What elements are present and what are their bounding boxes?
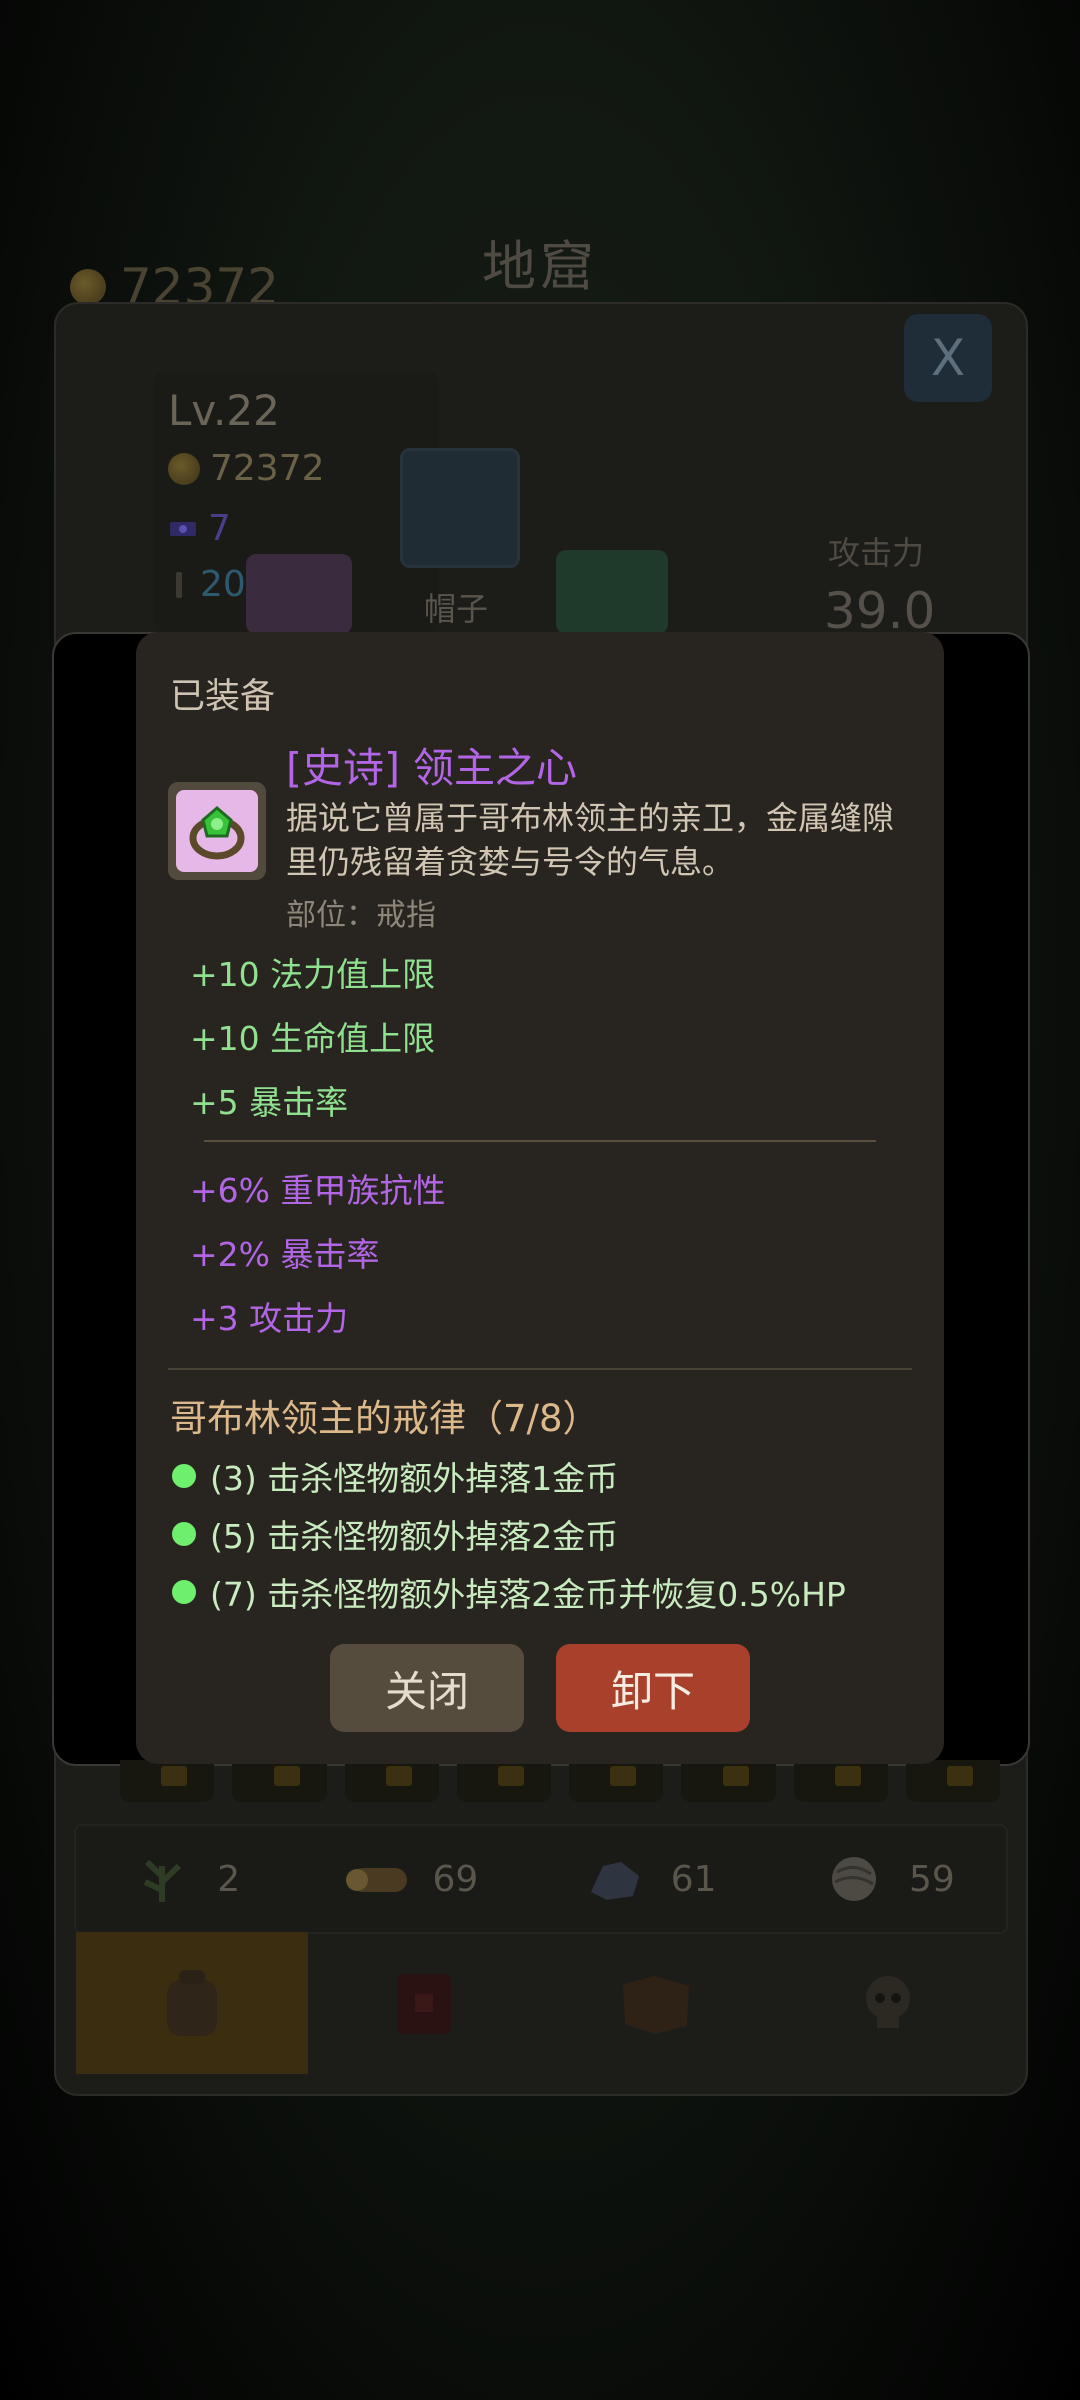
resource-wool: 59 [819,1852,955,1906]
nav-tab-map[interactable] [540,1932,772,2074]
bag-tab[interactable] [344,1760,439,1802]
unequip-button[interactable]: 卸下 [556,1644,750,1732]
equip-slot-amulet[interactable] [556,550,668,634]
backpack-icon [167,1970,217,2036]
bonus-stat: +3 攻击力 [190,1299,349,1338]
set-bonus-text: (5) 击杀怪物额外掉落2金币 [210,1517,619,1556]
bonus-stat: +2% 暴击率 [190,1235,380,1274]
nav-tab-book[interactable] [308,1932,540,2074]
book-icon [397,1974,451,2034]
resource-ore-count: 61 [670,1858,717,1900]
set-bonus-item: (3) 击杀怪物额外掉落1金币 [172,1452,618,1500]
ring-icon [189,806,245,860]
bag-tab[interactable] [569,1760,664,1802]
bottom-nav [76,1932,1004,2074]
wool-icon [831,1857,876,1901]
key-icon [176,571,182,598]
herb-icon [143,1859,182,1902]
skull-icon [866,1976,910,2028]
resource-ore: 61 [581,1852,717,1906]
panel-close-button[interactable]: X [904,314,992,402]
resource-wood: 69 [343,1852,479,1906]
player-gold: 72372 [168,448,325,489]
bag-tab[interactable] [681,1760,776,1802]
set-bonus-text: (7) 击杀怪物额外掉落2金币并恢复0.5%HP [210,1575,846,1614]
coin-icon [168,452,200,485]
bag-tab[interactable] [456,1760,551,1802]
map-icon [623,1976,689,2034]
page-title: 地窟 [482,235,598,298]
player-gold-value: 72372 [210,448,325,489]
bag-tab[interactable] [905,1760,1000,1802]
bag-tab-strip [120,1760,1000,1802]
bonus-stat: +6% 重甲族抗性 [190,1171,446,1210]
nav-tab-backpack[interactable] [76,1932,308,2074]
set-bonus-item: (5) 击杀怪物额外掉落2金币 [172,1510,618,1558]
resource-herb: 2 [127,1852,240,1906]
item-icon-bg [176,790,258,872]
bag-tab[interactable] [793,1760,888,1802]
base-stat: +5 暴击率 [190,1083,349,1122]
bag-tab[interactable] [232,1760,327,1802]
attack-label: 攻击力 [828,534,925,572]
nav-tab-skull[interactable] [772,1932,1004,2074]
resource-wood-count: 69 [432,1858,479,1900]
set-title: 哥布林领主的戒律（7/8） [170,1397,600,1440]
close-button[interactable]: 关闭 [330,1644,524,1732]
set-bonus-text: (3) 击杀怪物额外掉落1金币 [210,1459,619,1498]
active-dot-icon [172,1464,196,1488]
base-stat: +10 法力值上限 [190,955,436,994]
player-level: Lv.22 [168,386,280,435]
resource-bar: 2 69 61 59 [74,1824,1008,1934]
item-slot: 部位：戒指 [286,898,436,933]
player-gems: 7 [168,508,231,549]
bag-tab[interactable] [120,1760,215,1802]
resource-herb-count: 2 [217,1858,241,1900]
player-keys-value: 20 [200,564,246,605]
player-keys: 20 [168,564,246,605]
stats-divider [204,1140,876,1142]
set-divider [168,1368,912,1370]
set-bonus-item: (7) 击杀怪物额外掉落2金币并恢复0.5%HP [172,1568,846,1616]
ore-icon [590,1862,639,1900]
base-stat: +10 生命值上限 [190,1019,436,1058]
active-dot-icon [172,1522,196,1546]
item-description: 据说它曾属于哥布林领主的亲卫，金属缝隙里仍残留着贪婪与号令的气息。 [286,799,895,881]
equipped-status: 已装备 [170,677,276,717]
equip-slot-hat[interactable] [400,448,520,568]
item-name: [史诗] 领主之心 [286,744,578,792]
gem-icon [170,521,196,536]
resource-wool-count: 59 [908,1858,955,1900]
active-dot-icon [172,1580,196,1604]
hat-slot-label: 帽子 [424,590,489,628]
player-gems-value: 7 [208,508,231,549]
item-icon-frame [168,782,266,880]
equip-slot-ring[interactable] [246,554,352,634]
wood-log-icon [345,1868,407,1892]
